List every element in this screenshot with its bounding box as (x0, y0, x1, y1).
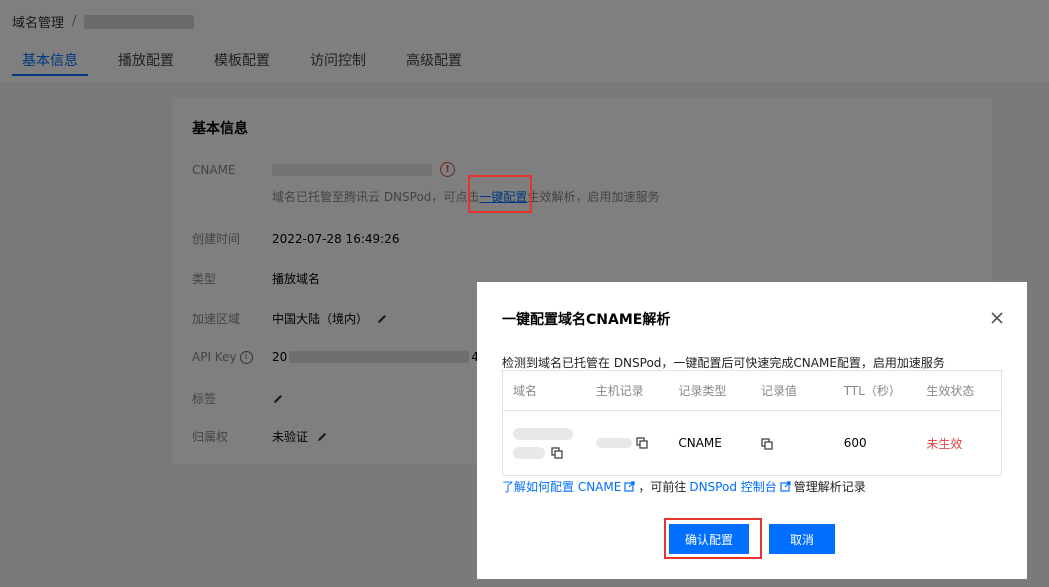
external-link-icon[interactable] (780, 481, 791, 492)
dialog-title: 一键配置域名CNAME解析 (502, 312, 671, 328)
domain-redacted (513, 427, 573, 440)
col-record-value: 记录值 (761, 384, 798, 398)
cancel-button[interactable]: 取消 (769, 524, 835, 554)
help-mid-text: ，可前往 (638, 480, 687, 494)
cell-domain (503, 427, 586, 459)
dialog-description: 检测到域名已托管在 DNSPod，一键配置后可快速完成CNAME配置，启用加速服… (502, 356, 945, 370)
domain-redacted-2 (513, 446, 545, 459)
highlight-frame-link (468, 175, 532, 213)
copy-icon[interactable] (636, 437, 648, 449)
cell-record-type: CNAME (678, 436, 722, 450)
dns-record-table: 域名 主机记录 记录类型 记录值 TTL（秒） 生效状态 CNAME 600 未… (502, 370, 1002, 476)
col-status: 生效状态 (926, 384, 975, 398)
col-record-type: 记录类型 (678, 384, 727, 398)
col-ttl: TTL（秒） (843, 384, 901, 398)
table-row: CNAME 600 未生效 (503, 411, 1001, 475)
cname-guide-link[interactable]: 了解如何配置 CNAME (502, 478, 621, 495)
cell-host-record (586, 437, 669, 449)
highlight-frame-confirm (664, 518, 762, 559)
col-domain: 域名 (513, 384, 538, 398)
cell-ttl: 600 (843, 436, 867, 450)
table-header: 域名 主机记录 记录类型 记录值 TTL（秒） 生效状态 (503, 371, 1001, 411)
dnspod-console-link[interactable]: DNSPod 控制台 (689, 478, 776, 495)
help-text: 了解如何配置 CNAME ，可前往 DNSPod 控制台 管理解析记录 (502, 478, 866, 495)
col-host-record: 主机记录 (595, 384, 644, 398)
cell-status: 未生效 (926, 436, 963, 451)
host-redacted (595, 438, 632, 448)
copy-icon[interactable] (551, 446, 563, 459)
close-icon[interactable] (989, 310, 1005, 326)
copy-icon[interactable] (761, 437, 773, 450)
cell-record-value (751, 436, 834, 450)
external-link-icon[interactable] (624, 481, 635, 492)
help-suffix-text: 管理解析记录 (793, 480, 866, 494)
cname-config-dialog: 一键配置域名CNAME解析 检测到域名已托管在 DNSPod，一键配置后可快速完… (477, 282, 1027, 579)
